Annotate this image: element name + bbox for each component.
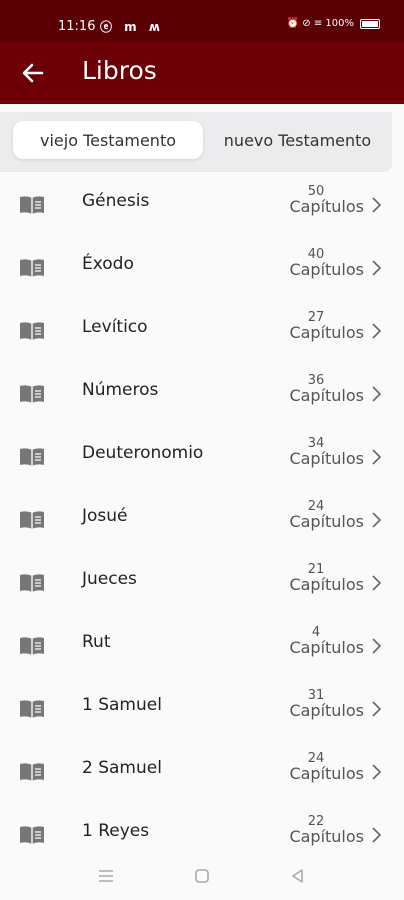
book-row[interactable]: Génesis 50 Capítulos [0,174,404,237]
chevron-right-icon [372,575,382,591]
system-nav-bar [0,850,404,900]
chevron-right-icon [372,197,382,213]
book-name: 2 Samuel [82,758,162,778]
chapter-label: Capítulos [289,449,364,468]
book-open-icon [20,574,44,592]
chapter-label: Capítulos [289,197,364,216]
chapter-label: Capítulos [289,827,364,846]
chevron-right-icon [372,827,382,843]
chapter-count: 24 Capítulos [274,499,364,531]
chapter-count: 31 Capítulos [274,688,364,720]
chapter-count: 36 Capítulos [274,373,364,405]
status-bar: 11:16 ⓔ m ʍ ⏰ ⊘ ≡ 100% [0,0,404,42]
book-name: Éxodo [82,254,134,274]
tab-new-testament[interactable]: nuevo Testamento [210,121,385,159]
chevron-right-icon [372,260,382,276]
chapter-count: 4 Capítulos [274,625,364,657]
chevron-right-icon [372,512,382,528]
book-row[interactable]: Éxodo 40 Capítulos [0,237,404,300]
chapter-label: Capítulos [289,638,364,657]
chapter-label: Capítulos [289,323,364,342]
back-arrow-icon[interactable] [18,58,48,88]
chapter-label: Capítulos [289,386,364,405]
book-name: Josué [82,506,128,526]
chapter-count: 21 Capítulos [274,562,364,594]
book-name: 1 Samuel [82,695,162,715]
page-title: Libros [82,56,157,85]
app-bar: Libros [0,42,404,104]
book-open-icon [20,700,44,718]
book-list: Génesis 50 Capítulos Éxodo 40 Capítulos Levíti… [0,174,404,850]
chevron-right-icon [372,386,382,402]
status-indicators: ⏰ ⊘ ≡ 100% [286,18,354,29]
chapter-count: 27 Capítulos [274,310,364,342]
book-name: Deuteronomio [82,443,204,463]
book-open-icon [20,637,44,655]
book-name: Números [82,380,159,400]
book-open-icon [20,511,44,529]
book-row[interactable]: Levítico 27 Capítulos [0,300,404,363]
book-row[interactable]: Números 36 Capítulos [0,363,404,426]
book-open-icon [20,763,44,781]
book-name: Génesis [82,191,150,211]
book-name: Jueces [82,569,137,589]
book-row[interactable]: 2 Samuel 24 Capítulos [0,741,404,804]
chapter-label: Capítulos [289,764,364,783]
home-nav-icon[interactable] [192,866,212,886]
chapter-label: Capítulos [289,575,364,594]
book-open-icon [20,826,44,844]
book-row[interactable]: Deuteronomio 34 Capítulos [0,426,404,489]
testament-switcher: viejo Testamento nuevo Testamento [0,104,404,174]
book-name: Rut [82,632,111,652]
chapter-count: 22 Capítulos [274,814,364,846]
chevron-right-icon [372,701,382,717]
battery-icon [360,18,380,29]
book-open-icon [20,385,44,403]
chapter-count: 34 Capítulos [274,436,364,468]
chapter-label: Capítulos [289,512,364,531]
book-row[interactable]: Jueces 21 Capítulos [0,552,404,615]
chevron-right-icon [372,449,382,465]
book-row[interactable]: Rut 4 Capítulos [0,615,404,678]
menu-nav-icon[interactable] [96,866,116,886]
book-open-icon [20,448,44,466]
book-open-icon [20,196,44,214]
book-row[interactable]: 1 Reyes 22 Capítulos [0,804,404,850]
book-name: Levítico [82,317,148,337]
chapter-label: Capítulos [289,701,364,720]
chevron-right-icon [372,638,382,654]
book-open-icon [20,322,44,340]
tab-old-testament[interactable]: viejo Testamento [13,121,203,159]
chevron-right-icon [372,323,382,339]
chevron-right-icon [372,764,382,780]
book-row[interactable]: 1 Samuel 31 Capítulos [0,678,404,741]
book-row[interactable]: Josué 24 Capítulos [0,489,404,552]
status-right: ⏰ ⊘ ≡ 100% [287,18,380,29]
chapter-count: 40 Capítulos [274,247,364,279]
book-open-icon [20,259,44,277]
back-nav-icon[interactable] [288,866,308,886]
chapter-label: Capítulos [289,260,364,279]
chapter-count: 24 Capítulos [274,751,364,783]
status-time: 11:16 [58,19,96,34]
book-name: 1 Reyes [82,821,150,841]
notification-icons: ⓔ m ʍ [100,20,164,34]
chapter-count: 50 Capítulos [274,184,364,216]
